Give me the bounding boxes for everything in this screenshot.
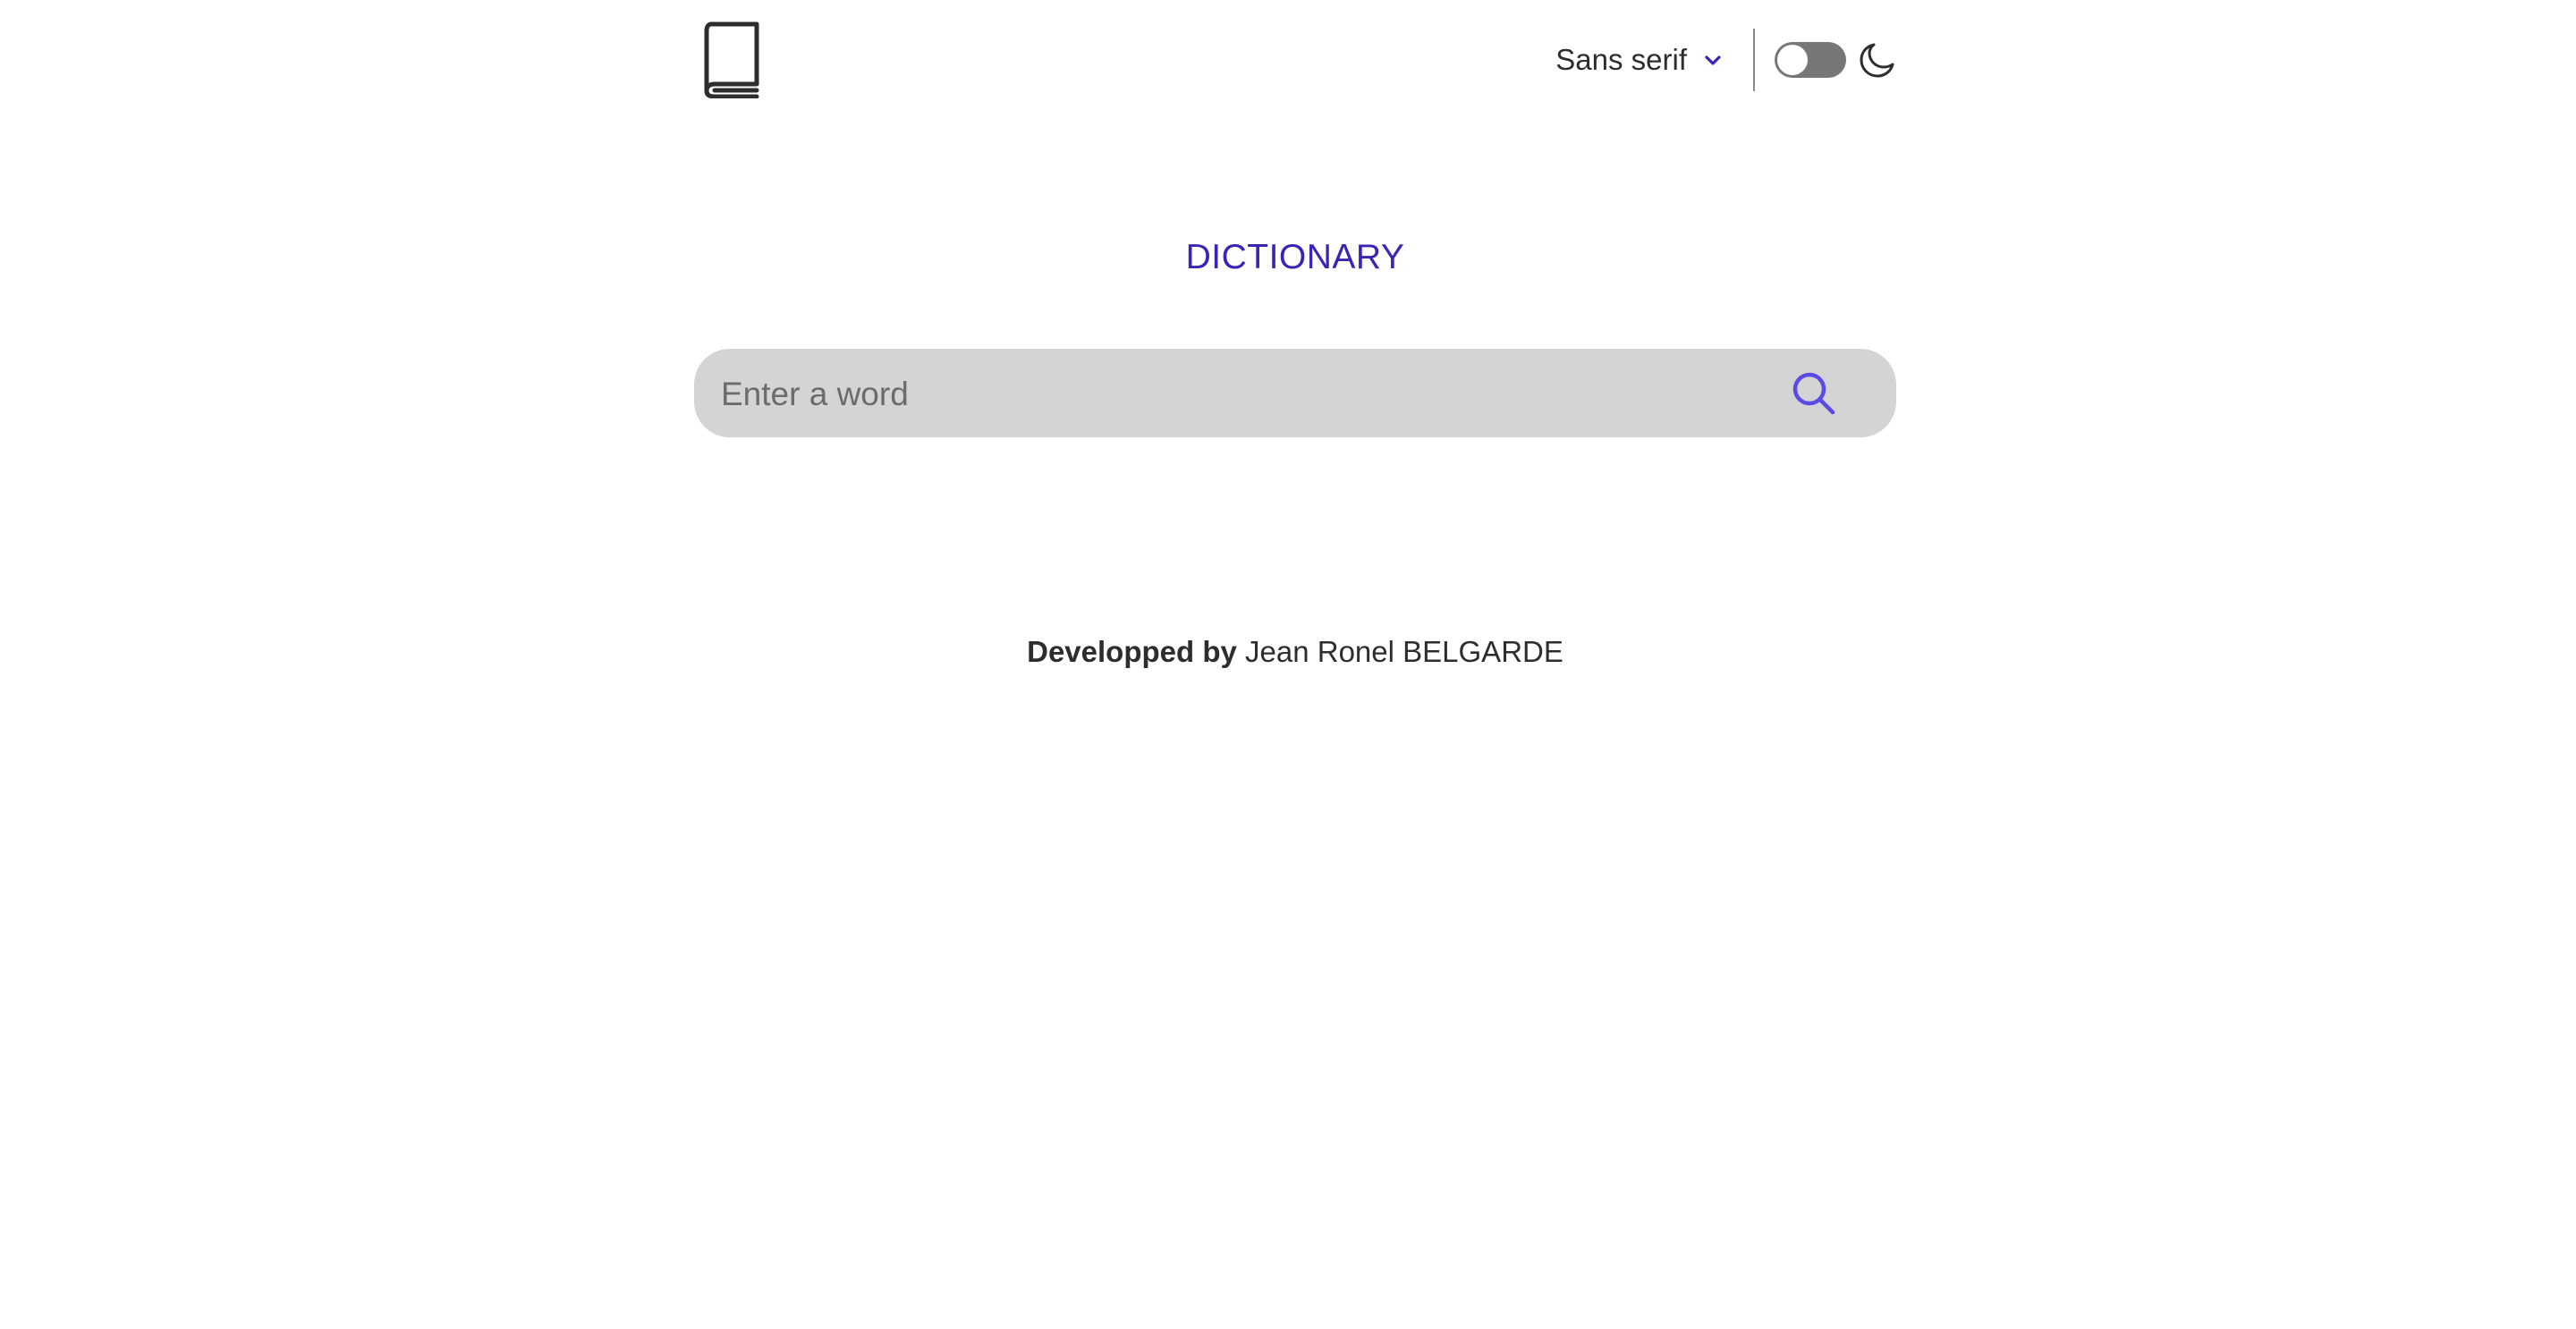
- moon-icon: [1860, 43, 1894, 78]
- search-icon[interactable]: [1791, 370, 1837, 417]
- theme-toggle[interactable]: [1775, 42, 1846, 78]
- page-title: DICTIONARY: [1185, 238, 1405, 276]
- search-input[interactable]: [719, 349, 1751, 439]
- font-selector-value: Sans serif: [1555, 43, 1687, 76]
- header-divider: [1753, 29, 1755, 91]
- footer-credit: Developped by Jean Ronel BELGARDE: [694, 635, 1896, 669]
- font-selector[interactable]: Sans serif: [1555, 43, 1753, 77]
- toggle-knob: [1777, 45, 1808, 75]
- header-controls: Sans serif: [1555, 27, 1896, 93]
- footer-prefix: Developped by: [1027, 635, 1237, 668]
- search-bar: [694, 349, 1896, 439]
- chevron-down-icon: [1705, 55, 1721, 65]
- header: Sans serif: [694, 0, 1896, 122]
- app-container: Sans serif DICTIONARY Enter a word Devel…: [694, 0, 1896, 668]
- book-icon[interactable]: [702, 21, 761, 98]
- page: Sans serif DICTIONARY Enter a word Devel…: [0, 0, 2576, 1329]
- footer-author: Jean Ronel BELGARDE: [1245, 635, 1563, 668]
